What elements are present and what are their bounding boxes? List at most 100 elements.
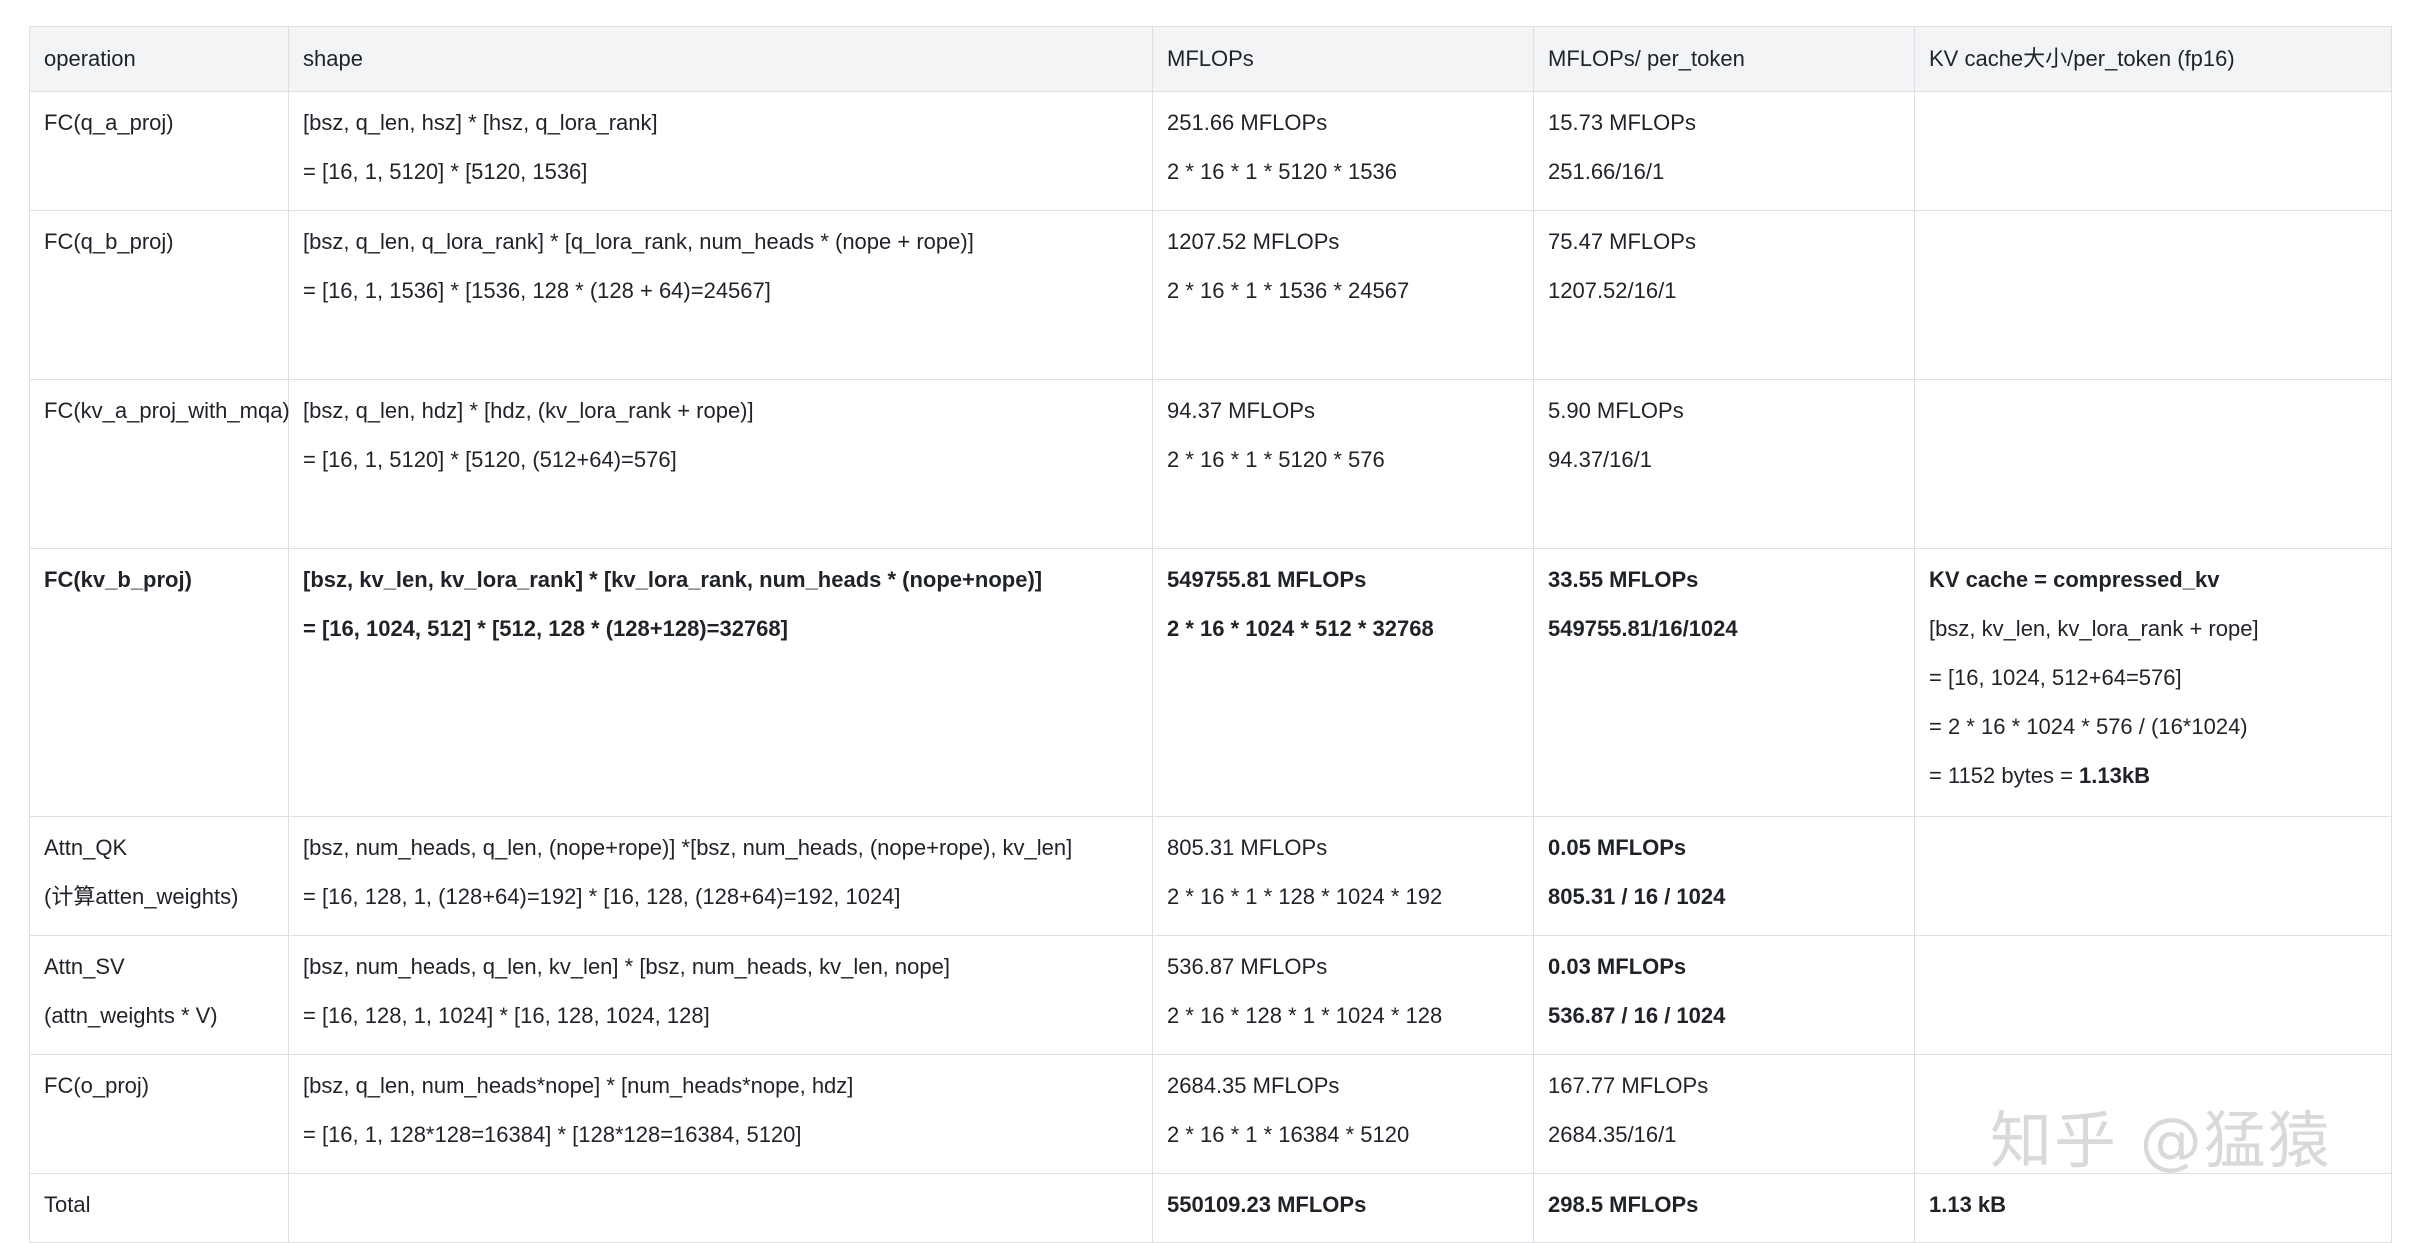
shape-cell: [bsz, num_heads, q_len, kv_len] * [bsz, … xyxy=(288,935,1153,1055)
operation-text: Attn_SV xyxy=(44,954,125,979)
mflops-cell: 2684.35 MFLOPs 2 * 16 * 1 * 16384 * 5120 xyxy=(1152,1054,1534,1174)
kv-cache-line: = [16, 1024, 512+64=576] xyxy=(1929,665,2182,690)
kv-cache-cell xyxy=(1914,210,2392,380)
page-content: operation shape MFLOPs MFLOPs/ per_token… xyxy=(29,26,2392,1243)
mflops-value: 536.87 MFLOPs xyxy=(1167,954,1328,979)
total-label: Total xyxy=(44,1192,91,1217)
mflops-formula: 2 * 16 * 1 * 5120 * 576 xyxy=(1167,447,1385,472)
shape-cell: [bsz, num_heads, q_len, (nope+rope)] *[b… xyxy=(288,816,1153,936)
operation-text: FC(q_b_proj) xyxy=(44,229,174,254)
shape-text: [bsz, q_len, hsz] * [hsz, q_lora_rank] xyxy=(303,110,658,135)
shape-cell: [bsz, q_len, hsz] * [hsz, q_lora_rank] =… xyxy=(288,91,1153,211)
table-row-highlighted: FC(kv_b_proj) [bsz, kv_len, kv_lora_rank… xyxy=(29,548,2392,817)
shape-text: [bsz, num_heads, q_len, kv_len] * [bsz, … xyxy=(303,954,950,979)
kv-cache-cell: KV cache = compressed_kv [bsz, kv_len, k… xyxy=(1914,548,2392,817)
per-token-formula: 2684.35/16/1 xyxy=(1548,1122,1677,1147)
mflops-formula: 2 * 16 * 1 * 1536 * 24567 xyxy=(1167,278,1410,303)
operation-text: Attn_QK xyxy=(44,835,128,860)
header-kv-cache: KV cache大小/per_token (fp16) xyxy=(1914,26,2392,92)
total-kv-cache: 1.13 kB xyxy=(1929,1192,2007,1217)
shape-text: [bsz, q_len, num_heads*nope] * [num_head… xyxy=(303,1073,854,1098)
table-row-total: Total 550109.23 MFLOPs 298.5 MFLOPs 1.13… xyxy=(29,1173,2392,1243)
kv-cache-cell xyxy=(1914,91,2392,211)
total-mflops: 550109.23 MFLOPs xyxy=(1167,1192,1367,1217)
header-mflops: MFLOPs xyxy=(1152,26,1534,92)
mflops-formula: 2 * 16 * 1024 * 512 * 32768 xyxy=(1167,616,1434,641)
per-token-formula: 536.87 / 16 / 1024 xyxy=(1548,1003,1726,1028)
per-token-value: 33.55 MFLOPs xyxy=(1548,567,1699,592)
shape-text: = [16, 1, 5120] * [5120, (512+64)=576] xyxy=(303,447,677,472)
shape-cell: [bsz, q_len, num_heads*nope] * [num_head… xyxy=(288,1054,1153,1174)
per-token-cell: 298.5 MFLOPs xyxy=(1533,1173,1915,1243)
operation-text: FC(kv_b_proj) xyxy=(44,567,192,592)
flops-table: operation shape MFLOPs MFLOPs/ per_token… xyxy=(29,26,2392,1243)
per-token-formula: 805.31 / 16 / 1024 xyxy=(1548,884,1726,909)
kv-cache-line: [bsz, kv_len, kv_lora_rank + rope] xyxy=(1929,616,2259,641)
shape-cell xyxy=(288,1173,1153,1243)
mflops-value: 549755.81 MFLOPs xyxy=(1167,567,1367,592)
per-token-formula: 1207.52/16/1 xyxy=(1548,278,1677,303)
header-shape: shape xyxy=(288,26,1153,92)
operation-cell: Attn_SV (attn_weights * V) xyxy=(29,935,289,1055)
kv-cache-result-value: 1.13kB xyxy=(2079,763,2150,788)
operation-cell: Total xyxy=(29,1173,289,1243)
mflops-cell: 251.66 MFLOPs 2 * 16 * 1 * 5120 * 1536 xyxy=(1152,91,1534,211)
kv-cache-line: = 2 * 16 * 1024 * 576 / (16*1024) xyxy=(1929,714,2248,739)
per-token-value: 167.77 MFLOPs xyxy=(1548,1073,1709,1098)
shape-text: [bsz, num_heads, q_len, (nope+rope)] *[b… xyxy=(303,835,1073,860)
mflops-cell: 94.37 MFLOPs 2 * 16 * 1 * 5120 * 576 xyxy=(1152,379,1534,549)
shape-cell: [bsz, q_len, q_lora_rank] * [q_lora_rank… xyxy=(288,210,1153,380)
per-token-formula: 549755.81/16/1024 xyxy=(1548,616,1738,641)
table-row: FC(o_proj) [bsz, q_len, num_heads*nope] … xyxy=(29,1054,2392,1174)
shape-text: = [16, 128, 1, (128+64)=192] * [16, 128,… xyxy=(303,884,901,909)
operation-subtext: (attn_weights * V) xyxy=(44,1003,218,1028)
shape-text: = [16, 1, 5120] * [5120, 1536] xyxy=(303,159,588,184)
shape-text: = [16, 1024, 512] * [512, 128 * (128+128… xyxy=(303,616,788,641)
kv-cache-cell xyxy=(1914,935,2392,1055)
shape-text: [bsz, q_len, q_lora_rank] * [q_lora_rank… xyxy=(303,229,974,254)
mflops-formula: 2 * 16 * 128 * 1 * 1024 * 128 xyxy=(1167,1003,1443,1028)
operation-cell: FC(kv_a_proj_with_mqa) xyxy=(29,379,290,549)
table-row: FC(q_b_proj) [bsz, q_len, q_lora_rank] *… xyxy=(29,210,2392,380)
operation-text: FC(q_a_proj) xyxy=(44,110,174,135)
total-per-token: 298.5 MFLOPs xyxy=(1548,1192,1699,1217)
per-token-cell: 33.55 MFLOPs 549755.81/16/1024 xyxy=(1533,548,1915,817)
kv-cache-title: KV cache = compressed_kv xyxy=(1929,567,2220,592)
mflops-cell: 536.87 MFLOPs 2 * 16 * 128 * 1 * 1024 * … xyxy=(1152,935,1534,1055)
kv-cache-cell xyxy=(1914,379,2392,549)
mflops-cell: 805.31 MFLOPs 2 * 16 * 1 * 128 * 1024 * … xyxy=(1152,816,1534,936)
operation-cell: Attn_QK (计算atten_weights) xyxy=(29,816,289,936)
shape-text: [bsz, kv_len, kv_lora_rank] * [kv_lora_r… xyxy=(303,567,1043,592)
shape-cell: [bsz, q_len, hdz] * [hdz, (kv_lora_rank … xyxy=(288,379,1153,549)
shape-cell: [bsz, kv_len, kv_lora_rank] * [kv_lora_r… xyxy=(288,548,1153,817)
per-token-cell: 167.77 MFLOPs 2684.35/16/1 xyxy=(1533,1054,1915,1174)
operation-cell: FC(kv_b_proj) xyxy=(29,548,289,817)
mflops-cell: 550109.23 MFLOPs xyxy=(1152,1173,1534,1243)
kv-cache-result-line: = 1152 bytes = 1.13kB xyxy=(1929,751,2377,800)
header-mflops-per-token: MFLOPs/ per_token xyxy=(1533,26,1915,92)
operation-subtext: (计算atten_weights) xyxy=(44,884,239,909)
table-row: FC(q_a_proj) [bsz, q_len, hsz] * [hsz, q… xyxy=(29,91,2392,211)
kv-cache-result-prefix: = 1152 bytes = xyxy=(1929,763,2080,788)
shape-text: [bsz, q_len, hdz] * [hdz, (kv_lora_rank … xyxy=(303,398,754,423)
mflops-formula: 2 * 16 * 1 * 128 * 1024 * 192 xyxy=(1167,884,1443,909)
operation-text: FC(kv_a_proj_with_mqa) xyxy=(44,398,290,423)
mflops-formula: 2 * 16 * 1 * 5120 * 1536 xyxy=(1167,159,1397,184)
mflops-value: 94.37 MFLOPs xyxy=(1167,398,1315,423)
table-row: FC(kv_a_proj_with_mqa) [bsz, q_len, hdz]… xyxy=(29,379,2392,549)
mflops-cell: 1207.52 MFLOPs 2 * 16 * 1 * 1536 * 24567 xyxy=(1152,210,1534,380)
mflops-value: 251.66 MFLOPs xyxy=(1167,110,1328,135)
per-token-cell: 15.73 MFLOPs 251.66/16/1 xyxy=(1533,91,1915,211)
operation-cell: FC(q_a_proj) xyxy=(29,91,289,211)
shape-text: = [16, 1, 128*128=16384] * [128*128=1638… xyxy=(303,1122,802,1147)
per-token-cell: 0.05 MFLOPs 805.31 / 16 / 1024 xyxy=(1533,816,1915,936)
per-token-cell: 0.03 MFLOPs 536.87 / 16 / 1024 xyxy=(1533,935,1915,1055)
kv-cache-cell xyxy=(1914,816,2392,936)
mflops-value: 2684.35 MFLOPs xyxy=(1167,1073,1340,1098)
shape-text: = [16, 128, 1, 1024] * [16, 128, 1024, 1… xyxy=(303,1003,710,1028)
operation-text: FC(o_proj) xyxy=(44,1073,150,1098)
mflops-formula: 2 * 16 * 1 * 16384 * 5120 xyxy=(1167,1122,1410,1147)
table-row: Attn_SV (attn_weights * V) [bsz, num_hea… xyxy=(29,935,2392,1055)
per-token-value: 5.90 MFLOPs xyxy=(1548,398,1684,423)
shape-text: = [16, 1, 1536] * [1536, 128 * (128 + 64… xyxy=(303,278,771,303)
